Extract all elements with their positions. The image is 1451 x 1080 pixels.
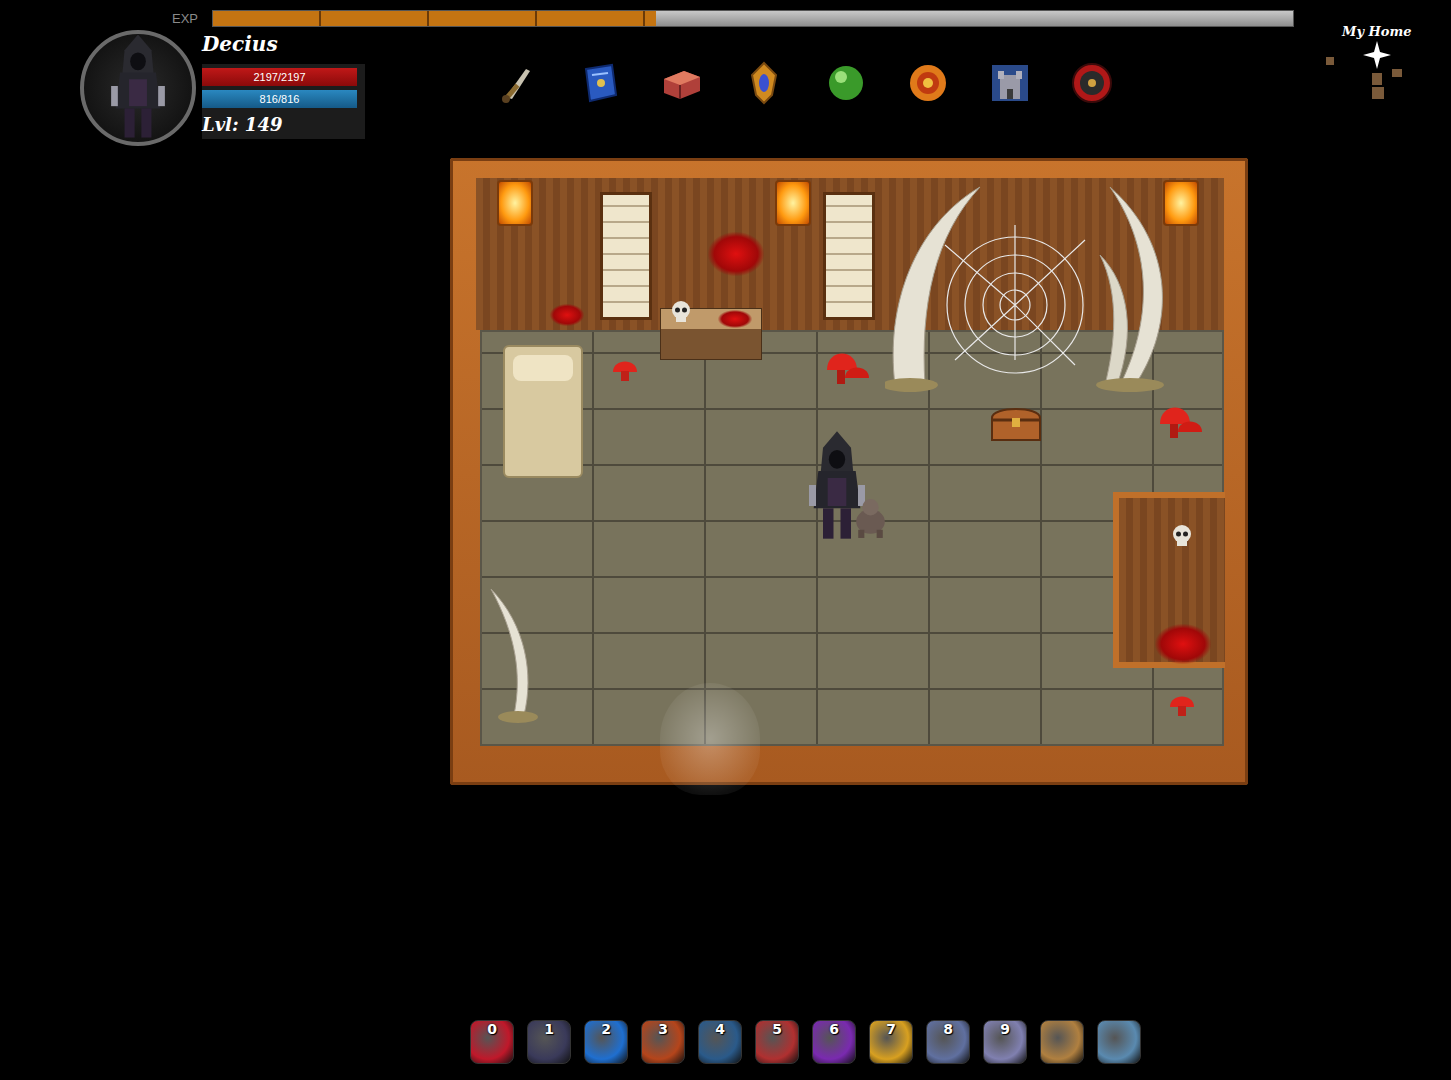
skull-icon [669,300,693,324]
hud-left: EXP Decius 2197/2197 816/816 Lvl: 149 [0,0,1320,158]
ghost-apparition [660,683,760,795]
hotbar-key: 2 [601,1021,611,1063]
sun-orb-icon [906,61,950,105]
hotbar-slot[interactable]: 4 [698,1020,742,1064]
hud-header: EXP Decius 2197/2197 816/816 Lvl: 149 My Home [0,0,1451,158]
pillow [513,355,573,381]
blood-splat [1155,624,1211,664]
hotbar-extra-slot[interactable] [1040,1020,1084,1064]
hotbar-slot[interactable]: 2 [584,1020,628,1064]
hp-reading: 2197/2197 [202,68,357,86]
skull-icon [1170,524,1194,548]
book-icon [578,61,622,105]
hotbar-extra-slot[interactable] [1097,1020,1141,1064]
blood-splat [718,310,752,328]
menu-button[interactable] [905,60,951,106]
location-title: My Home [1320,24,1451,39]
menu-button[interactable] [987,60,1033,106]
hooded-figure-icon [103,30,173,142]
blood-splat [708,232,764,276]
hotbar-key: 7 [886,1021,896,1063]
player-stats: Decius 2197/2197 816/816 Lvl: 149 [202,28,365,146]
game-screen: EXP Decius 2197/2197 816/816 Lvl: 149 My Home… [0,0,1451,1080]
hotbar-key: 1 [544,1021,554,1063]
hotbar-key: 8 [943,1021,953,1063]
exp-fill [213,11,656,26]
mushroom-icon [610,354,640,384]
exp-row: EXP [0,0,1320,28]
location-panel: My Home [1320,0,1451,158]
hp-bar: 2197/2197 [202,68,357,86]
menu-button[interactable] [577,60,623,106]
sword-icon [496,61,540,105]
player-level: Lvl: 149 [202,112,357,135]
wheel-icon [1070,61,1114,105]
castle-icon [988,61,1032,105]
treasure-chest[interactable] [988,402,1044,444]
home-room [450,158,1248,785]
exp-bar [212,10,1294,27]
mp-bar: 816/816 [202,90,357,108]
hotbar-key: 6 [829,1021,839,1063]
green-orb-icon [824,61,868,105]
hotbar: 0 1 2 3 4 5 6 7 8 9 [470,1020,1451,1064]
hotbar-slot[interactable]: 9 [983,1020,1027,1064]
chest-icon [660,61,704,105]
tusk [486,585,542,725]
hotbar-slot[interactable]: 6 [812,1020,856,1064]
pet-companion[interactable] [848,495,893,540]
hotbar-key: 0 [487,1021,497,1063]
lantern [775,180,811,226]
hud-row: Decius 2197/2197 816/816 Lvl: 149 [0,28,1320,146]
player-panel: Decius 2197/2197 816/816 Lvl: 149 [80,28,380,146]
amulet-icon [742,61,786,105]
mp-reading: 816/816 [202,90,357,108]
shoji-window [600,192,652,320]
menu-bar [495,60,1115,108]
hotbar-slot[interactable]: 1 [527,1020,571,1064]
hotbar-key: 9 [1000,1021,1010,1063]
menu-button[interactable] [659,60,705,106]
hotbar-slot[interactable]: 8 [926,1020,970,1064]
shoji-window [823,192,875,320]
hotbar-slot[interactable]: 0 [470,1020,514,1064]
hotbar-slot[interactable]: 5 [755,1020,799,1064]
player-marker-icon [1363,41,1391,69]
menu-button[interactable] [1069,60,1115,106]
mushroom-icon [1156,398,1204,442]
bars-box: 2197/2197 816/816 Lvl: 149 [202,64,365,139]
menu-button[interactable] [741,60,787,106]
bed[interactable] [503,345,583,478]
minimap[interactable] [1320,39,1410,103]
hotbar-slot[interactable]: 7 [869,1020,913,1064]
exp-label: EXP [172,11,212,26]
mushroom-icon [1167,689,1197,719]
menu-button[interactable] [495,60,541,106]
lantern [497,180,533,226]
hotbar-slot[interactable]: 3 [641,1020,685,1064]
tusks-with-web [885,185,1205,395]
menu-button[interactable] [823,60,869,106]
hotbar-key: 4 [715,1021,725,1063]
hotbar-key: 3 [658,1021,668,1063]
hotbar-key: 5 [772,1021,782,1063]
portrait[interactable] [80,30,196,146]
blood-splat [550,304,584,326]
mushroom-icon [823,344,871,388]
player-name: Decius [202,32,365,62]
lantern [1163,180,1199,226]
